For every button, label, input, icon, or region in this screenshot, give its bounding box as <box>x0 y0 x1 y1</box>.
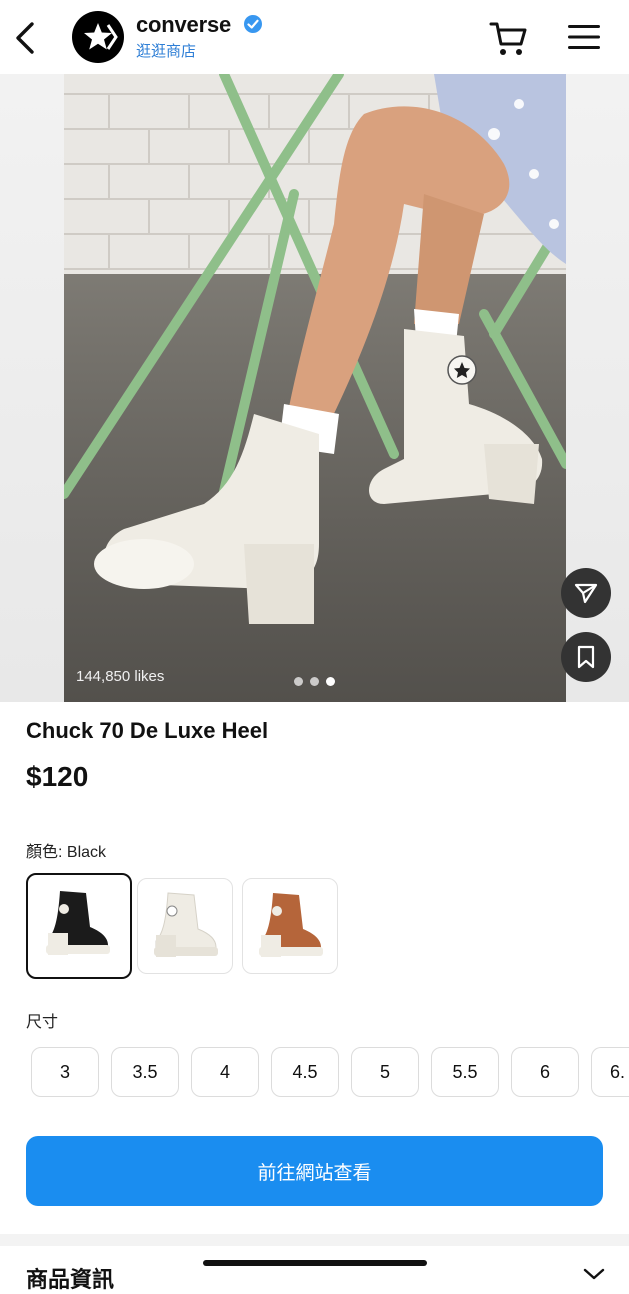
shoe-brown-thumbnail <box>259 893 323 957</box>
carousel-dot-active <box>326 677 335 686</box>
size-option[interactable]: 3.5 <box>111 1047 179 1097</box>
back-icon[interactable] <box>10 20 42 56</box>
size-option[interactable]: 6. <box>591 1047 629 1097</box>
likes-count: 144,850 likes <box>76 668 165 685</box>
carousel-dot <box>294 677 303 686</box>
size-option[interactable]: 6 <box>511 1047 579 1097</box>
top-bar: converse 逛逛商店 <box>0 0 629 75</box>
share-icon <box>574 583 598 604</box>
bookmark-icon <box>577 645 595 669</box>
product-info-heading[interactable]: 商品資訊 <box>26 1262 114 1294</box>
shoe-egret-thumbnail <box>154 892 218 957</box>
shop-link[interactable]: 逛逛商店 <box>136 40 196 61</box>
cart-icon[interactable] <box>488 20 528 58</box>
photo-illustration <box>64 74 566 702</box>
shoe-black-thumbnail <box>46 891 110 955</box>
size-option[interactable]: 5.5 <box>431 1047 499 1097</box>
product-photo[interactable] <box>64 74 566 702</box>
product-title: Chuck 70 De Luxe Heel <box>26 718 269 743</box>
size-option[interactable]: 3 <box>31 1047 99 1097</box>
section-divider <box>0 1234 629 1246</box>
size-option[interactable]: 4.5 <box>271 1047 339 1097</box>
brand-avatar[interactable] <box>72 11 124 63</box>
menu-icon[interactable] <box>566 22 602 52</box>
share-button[interactable] <box>561 568 611 618</box>
color-swatch-black[interactable] <box>26 873 132 979</box>
size-option[interactable]: 4 <box>191 1047 259 1097</box>
converse-logo-icon <box>84 23 118 50</box>
color-swatch-egret[interactable] <box>137 878 233 974</box>
color-swatch-brown[interactable] <box>242 878 338 974</box>
brand-name[interactable]: converse <box>136 12 231 38</box>
save-button[interactable] <box>561 632 611 682</box>
product-media[interactable]: 144,850 likes <box>0 74 629 702</box>
carousel-indicator <box>294 677 340 687</box>
size-option[interactable]: 5 <box>351 1047 419 1097</box>
size-label: 尺寸 <box>26 1014 59 1031</box>
visit-website-button[interactable]: 前往網站查看 <box>26 1136 603 1206</box>
home-indicator <box>203 1260 427 1266</box>
color-label: 顏色: Black <box>26 844 107 861</box>
carousel-dot <box>310 677 319 686</box>
chevron-down-icon[interactable] <box>583 1268 605 1280</box>
verified-badge-icon <box>244 15 262 33</box>
product-price: $120 <box>26 761 89 792</box>
